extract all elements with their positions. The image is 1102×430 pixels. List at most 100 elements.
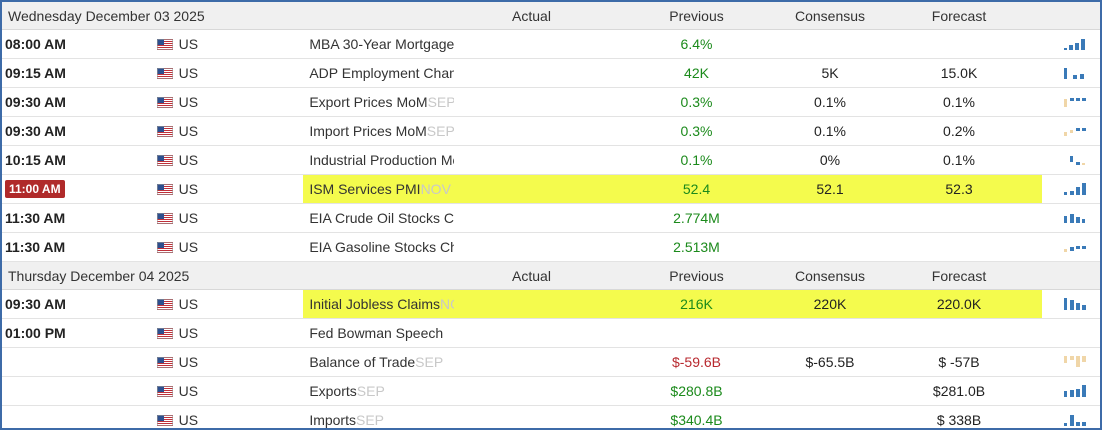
event-row[interactable]: 09:30 AM US Import Prices MoMSEP 0.3% 0.1% 0.…: [2, 116, 1100, 146]
event-row[interactable]: 08:00 AM US MBA 30-Year Mortgage RateNOV/2…: [2, 29, 1100, 59]
event-row[interactable]: 11:00 AM US ISM Services PMINOV 52.4 52.1 52.…: [2, 174, 1100, 204]
event-forecast: $281.0B: [876, 376, 1042, 406]
event-row[interactable]: 11:30 AM US EIA Gasoline Stocks ChangeNOV/…: [2, 232, 1100, 262]
col-header-chart: [1042, 261, 1100, 290]
event-name-link[interactable]: Import Prices MoM: [303, 123, 426, 139]
col-header-previous: Previous: [609, 2, 784, 30]
sparkline-cell[interactable]: [1042, 174, 1100, 204]
event-name-link[interactable]: Industrial Production MoM: [303, 152, 454, 168]
event-name-link[interactable]: ADP Employment Change: [303, 65, 454, 81]
sparkline-bar: [1076, 389, 1080, 397]
sparkline-cell[interactable]: [1042, 116, 1100, 146]
event-reference-period: NOV/29: [440, 296, 454, 312]
country-cell: US: [152, 145, 304, 175]
sparkline-bar: [1076, 356, 1080, 367]
sparkline-cell[interactable]: [1042, 203, 1100, 233]
sparkline-cell[interactable]: [1042, 376, 1100, 406]
sparkline-bar: [1064, 356, 1067, 363]
us-flag-icon: [156, 386, 173, 397]
event-name-link[interactable]: EIA Gasoline Stocks Change: [303, 239, 454, 255]
event-name-link[interactable]: Balance of Trade: [303, 354, 415, 370]
event-row[interactable]: 01:00 PM US Fed Bowman Speech: [2, 318, 1100, 348]
event-name-link[interactable]: EIA Crude Oil Stocks Change: [303, 210, 454, 226]
event-time: [2, 347, 153, 377]
country-cell: US: [152, 318, 304, 348]
event-previous: $340.4B: [609, 405, 784, 428]
event-row[interactable]: 11:30 AM US EIA Crude Oil Stocks ChangeNOV…: [2, 203, 1100, 233]
us-flag-icon: [156, 155, 173, 166]
event-forecast: 0.1%: [876, 145, 1042, 175]
event-forecast: [876, 318, 1042, 348]
event-name-link[interactable]: ISM Services PMI: [303, 181, 420, 197]
sparkline-cell[interactable]: [1042, 58, 1100, 88]
event-name-link[interactable]: Export Prices MoM: [303, 94, 427, 110]
event-forecast: 52.3: [876, 174, 1042, 204]
event-consensus: [784, 203, 876, 233]
day-date: Thursday December 04 2025: [2, 261, 454, 290]
event-previous: 0.3%: [609, 87, 784, 117]
sparkline-icon: [1064, 128, 1086, 136]
sparkline-icon: [1064, 298, 1086, 310]
sparkline-cell[interactable]: [1042, 289, 1100, 319]
sparkline-cell[interactable]: [1042, 87, 1100, 117]
event-actual: [454, 376, 609, 406]
sparkline-bar: [1082, 356, 1086, 362]
country-code: US: [178, 239, 199, 255]
us-flag-icon: [156, 415, 173, 426]
event-previous: $280.8B: [609, 376, 784, 406]
event-name-link[interactable]: Exports: [303, 383, 356, 399]
event-time: 10:15 AM: [2, 145, 153, 175]
event-name-cell: Balance of TradeSEP: [303, 347, 454, 377]
country-cell: US: [152, 232, 304, 262]
event-row[interactable]: 09:30 AM US Initial Jobless ClaimsNOV/29 21…: [2, 289, 1100, 319]
sparkline-cell[interactable]: [1042, 232, 1100, 262]
event-actual: [454, 318, 609, 348]
us-flag-icon: [156, 357, 173, 368]
event-actual: [454, 232, 609, 262]
event-forecast: [876, 232, 1042, 262]
event-forecast: [876, 29, 1042, 59]
country-code: US: [178, 152, 199, 168]
event-name-link[interactable]: Imports: [303, 412, 356, 428]
event-reference-period: SEP: [356, 412, 385, 428]
country-cell: US: [152, 116, 304, 146]
event-previous: $-59.6B: [609, 347, 784, 377]
event-time: [2, 376, 153, 406]
event-row[interactable]: 10:15 AM US Industrial Production MoMSEP 0.…: [2, 145, 1100, 175]
event-consensus: 0%: [784, 145, 876, 175]
event-name-link[interactable]: MBA 30-Year Mortgage Rate: [303, 36, 454, 52]
event-consensus: [784, 232, 876, 262]
sparkline-cell[interactable]: [1042, 318, 1100, 348]
event-previous: 2.774M: [609, 203, 784, 233]
sparkline-bar: [1064, 249, 1067, 252]
sparkline-bar: [1070, 98, 1074, 101]
country-code: US: [178, 354, 199, 370]
event-row[interactable]: US Balance of TradeSEP $-59.6B $-65.5B $ -57…: [2, 347, 1100, 377]
country-cell: US: [152, 29, 304, 59]
event-time: 01:00 PM: [2, 318, 153, 348]
sparkline-cell[interactable]: [1042, 29, 1100, 59]
sparkline-bar: [1064, 192, 1067, 195]
event-name-cell: Fed Bowman Speech: [303, 318, 454, 348]
sparkline-bar: [1070, 390, 1074, 397]
event-name-cell: MBA 30-Year Mortgage RateNOV/28: [303, 29, 454, 59]
event-time: [2, 405, 153, 428]
country-code: US: [178, 383, 199, 399]
sparkline-cell[interactable]: [1042, 347, 1100, 377]
sparkline-bar: [1082, 163, 1085, 165]
event-row[interactable]: US ImportsSEP $340.4B $ 338B: [2, 405, 1100, 428]
event-row[interactable]: US ExportsSEP $280.8B $281.0B: [2, 376, 1100, 406]
sparkline-cell[interactable]: [1042, 145, 1100, 175]
event-name-link[interactable]: Fed Bowman Speech: [303, 325, 443, 341]
sparkline-bar: [1082, 98, 1086, 101]
event-name-link[interactable]: Initial Jobless Claims: [303, 296, 440, 312]
event-consensus: 5K: [784, 58, 876, 88]
event-row[interactable]: 09:15 AM US ADP Employment ChangeNOV 42K5K1…: [2, 58, 1100, 88]
sparkline-bar: [1076, 422, 1080, 426]
sparkline-cell[interactable]: [1042, 405, 1100, 428]
event-row[interactable]: 09:30 AM US Export Prices MoMSEP 0.3% 0.1% 0.…: [2, 87, 1100, 117]
event-actual: [454, 58, 609, 88]
col-header-actual: Actual: [454, 261, 609, 290]
event-consensus: [784, 405, 876, 428]
country-cell: US: [152, 203, 304, 233]
